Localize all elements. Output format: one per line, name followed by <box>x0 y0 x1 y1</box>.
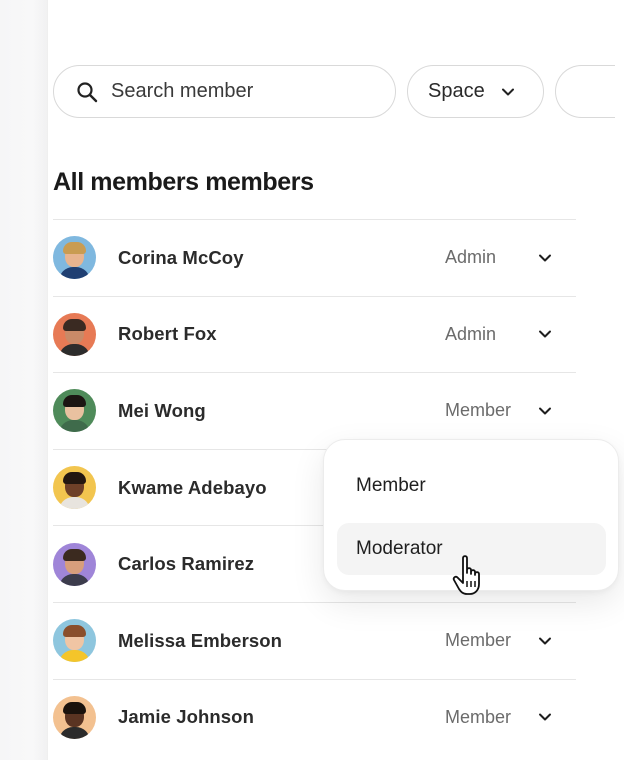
chevron-down-icon[interactable] <box>537 250 553 266</box>
chevron-down-icon[interactable] <box>537 633 553 649</box>
page-title: All members members <box>53 168 314 196</box>
avatar <box>53 389 96 433</box>
member-name: Carlos Ramirez <box>118 553 255 575</box>
chevron-down-icon[interactable] <box>537 403 553 419</box>
search-input[interactable]: Search member <box>53 65 396 118</box>
member-row[interactable]: Corina McCoy Admin <box>53 219 576 296</box>
chevron-down-icon[interactable] <box>537 709 553 725</box>
sidebar-shadow <box>0 0 48 760</box>
space-filter-button[interactable]: Space <box>407 65 544 118</box>
avatar <box>53 236 96 280</box>
chevron-down-icon <box>501 88 514 95</box>
hand-pointer-icon <box>452 555 480 595</box>
member-role[interactable]: Member <box>445 400 511 421</box>
member-row[interactable]: Melissa Emberson Member <box>53 601 576 679</box>
member-role[interactable]: Admin <box>445 247 496 268</box>
member-role[interactable]: Admin <box>445 324 496 345</box>
member-role[interactable]: Member <box>445 707 511 728</box>
member-name: Jamie Johnson <box>118 706 254 728</box>
member-row[interactable]: Jamie Johnson Member <box>53 678 576 756</box>
search-icon <box>77 81 98 102</box>
member-name: Robert Fox <box>118 323 217 345</box>
more-filter-button[interactable] <box>555 65 615 118</box>
avatar <box>53 466 96 510</box>
member-name: Melissa Emberson <box>118 629 283 651</box>
space-filter-label: Space <box>428 80 485 102</box>
member-name: Mei Wong <box>118 399 206 421</box>
avatar <box>53 542 96 586</box>
avatar <box>53 312 96 356</box>
chevron-down-icon[interactable] <box>537 326 553 342</box>
avatar <box>53 619 96 663</box>
avatar <box>53 695 96 739</box>
member-row[interactable]: Mei Wong Member <box>53 372 576 449</box>
dropdown-option-member[interactable]: Member <box>337 460 606 512</box>
member-name: Kwame Adebayo <box>118 476 267 498</box>
member-row[interactable]: Robert Fox Admin <box>53 295 576 373</box>
member-name: Corina McCoy <box>118 246 244 268</box>
search-placeholder: Search member <box>111 80 254 102</box>
member-role[interactable]: Member <box>445 630 511 651</box>
